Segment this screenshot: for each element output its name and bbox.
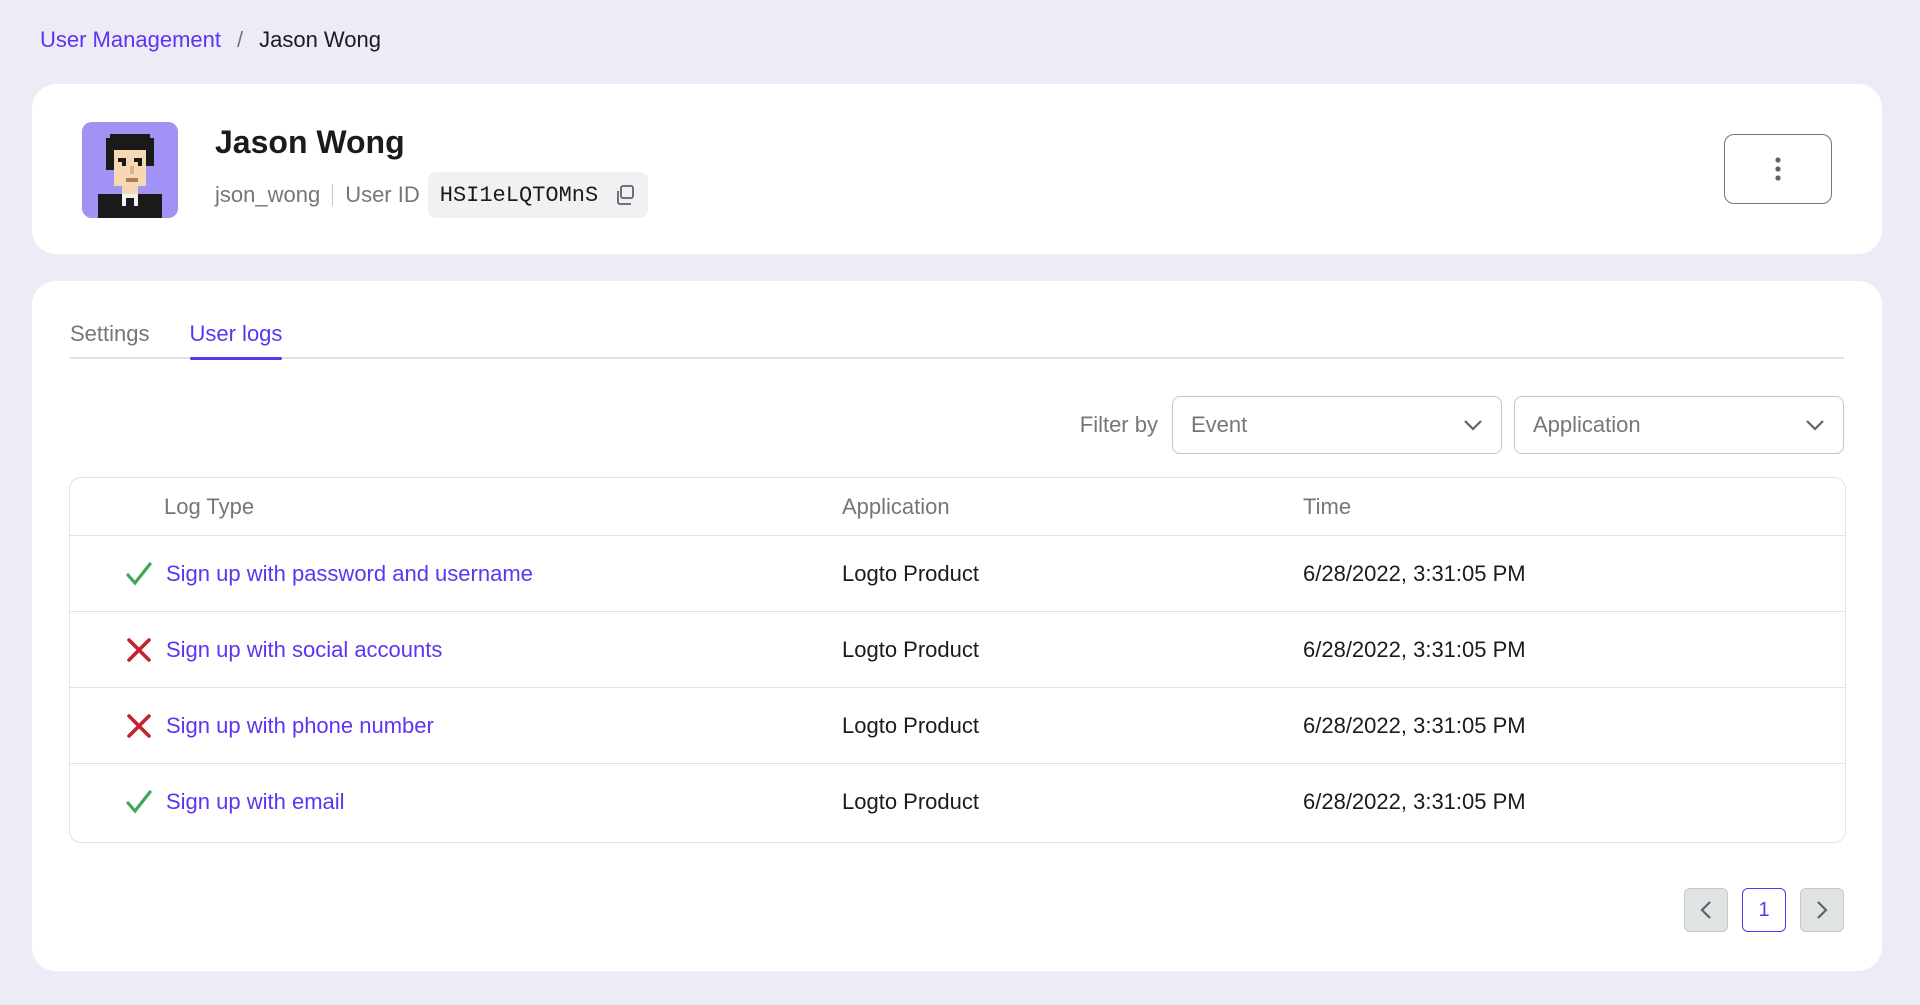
- log-type-cell: Sign up with password and username: [70, 559, 842, 589]
- failure-cross-icon: [124, 635, 154, 665]
- event-filter-placeholder: Event: [1191, 412, 1248, 437]
- time-cell: 6/28/2022, 3:31:05 PM: [1303, 560, 1526, 586]
- chevron-down-icon: [1464, 420, 1482, 431]
- event-filter-select[interactable]: Event: [1172, 396, 1502, 454]
- breadcrumb-user-management-link[interactable]: User Management: [40, 27, 221, 53]
- meta-divider: [332, 184, 334, 206]
- header-application: Application: [842, 493, 950, 519]
- tab-user-logs[interactable]: User logs: [189, 321, 282, 360]
- username-text: json_wong: [215, 182, 321, 207]
- table-header: Log Type Application Time: [70, 478, 1845, 536]
- application-filter-select[interactable]: Application: [1514, 396, 1844, 454]
- header-log-type: Log Type: [164, 493, 255, 519]
- breadcrumb: User Management / Jason Wong: [40, 24, 381, 56]
- user-display-name: Jason Wong: [215, 124, 405, 160]
- user-header-card: Jason Wong json_wong User ID HSI1eLQTOMn…: [32, 84, 1882, 254]
- chevron-right-icon: [1817, 901, 1828, 919]
- time-cell: 6/28/2022, 3:31:05 PM: [1303, 636, 1526, 662]
- chevron-left-icon: [1700, 901, 1711, 919]
- application-cell: Logto Product: [842, 712, 979, 738]
- application-filter-placeholder: Application: [1533, 412, 1641, 437]
- log-type-link[interactable]: Sign up with password and username: [166, 561, 533, 587]
- table-row[interactable]: Sign up with phone number Logto Product …: [70, 688, 1845, 764]
- pixel-avatar-icon: [82, 122, 178, 218]
- log-type-link[interactable]: Sign up with social accounts: [166, 637, 442, 663]
- breadcrumb-current: Jason Wong: [259, 27, 382, 52]
- header-time: Time: [1303, 493, 1352, 519]
- application-cell: Logto Product: [842, 560, 979, 586]
- table-row[interactable]: Sign up with email Logto Product 6/28/20…: [70, 764, 1845, 840]
- user-logs-card: Settings User logs Filter by Event Appli…: [32, 281, 1882, 971]
- pagination: 1: [1670, 888, 1844, 932]
- previous-page-button[interactable]: [1684, 888, 1728, 932]
- success-check-icon: [124, 787, 154, 817]
- user-id-chip: HSI1eLQTOMnS: [427, 172, 649, 218]
- copy-icon[interactable]: [614, 184, 636, 206]
- user-id-label: User ID: [345, 182, 420, 207]
- more-vertical-icon: [1775, 157, 1781, 181]
- time-cell: 6/28/2022, 3:31:05 PM: [1303, 789, 1526, 814]
- avatar: [82, 122, 178, 218]
- page-number-button[interactable]: 1: [1742, 888, 1786, 932]
- table-row[interactable]: Sign up with password and username Logto…: [70, 536, 1845, 612]
- log-type-cell: Sign up with phone number: [70, 711, 842, 741]
- log-type-link[interactable]: Sign up with phone number: [166, 713, 434, 739]
- success-check-icon: [124, 559, 154, 589]
- filter-by-label: Filter by: [1079, 412, 1158, 437]
- more-actions-button[interactable]: [1724, 134, 1832, 204]
- failure-cross-icon: [124, 711, 154, 741]
- time-cell: 6/28/2022, 3:31:05 PM: [1303, 712, 1526, 738]
- tab-bar: Settings User logs: [70, 321, 1844, 360]
- next-page-button[interactable]: [1800, 888, 1844, 932]
- log-type-cell: Sign up with social accounts: [70, 635, 842, 665]
- user-id-value: HSI1eLQTOMnS: [439, 182, 599, 208]
- application-cell: Logto Product: [842, 789, 979, 814]
- breadcrumb-separator: /: [236, 27, 244, 52]
- logs-table: Log Type Application Time Sign up with p…: [69, 477, 1846, 843]
- tab-settings[interactable]: Settings: [70, 321, 150, 357]
- filter-row: Filter by Event Application: [1080, 396, 1844, 454]
- page: User Management / Jason Wong Jason Wong …: [0, 0, 1920, 1005]
- application-cell: Logto Product: [842, 636, 979, 662]
- log-type-cell: Sign up with email: [70, 787, 842, 817]
- chevron-down-icon: [1806, 420, 1824, 431]
- user-meta-row: json_wong User ID HSI1eLQTOMnS: [215, 172, 649, 218]
- log-type-link[interactable]: Sign up with email: [166, 789, 345, 815]
- table-row[interactable]: Sign up with social accounts Logto Produ…: [70, 612, 1845, 688]
